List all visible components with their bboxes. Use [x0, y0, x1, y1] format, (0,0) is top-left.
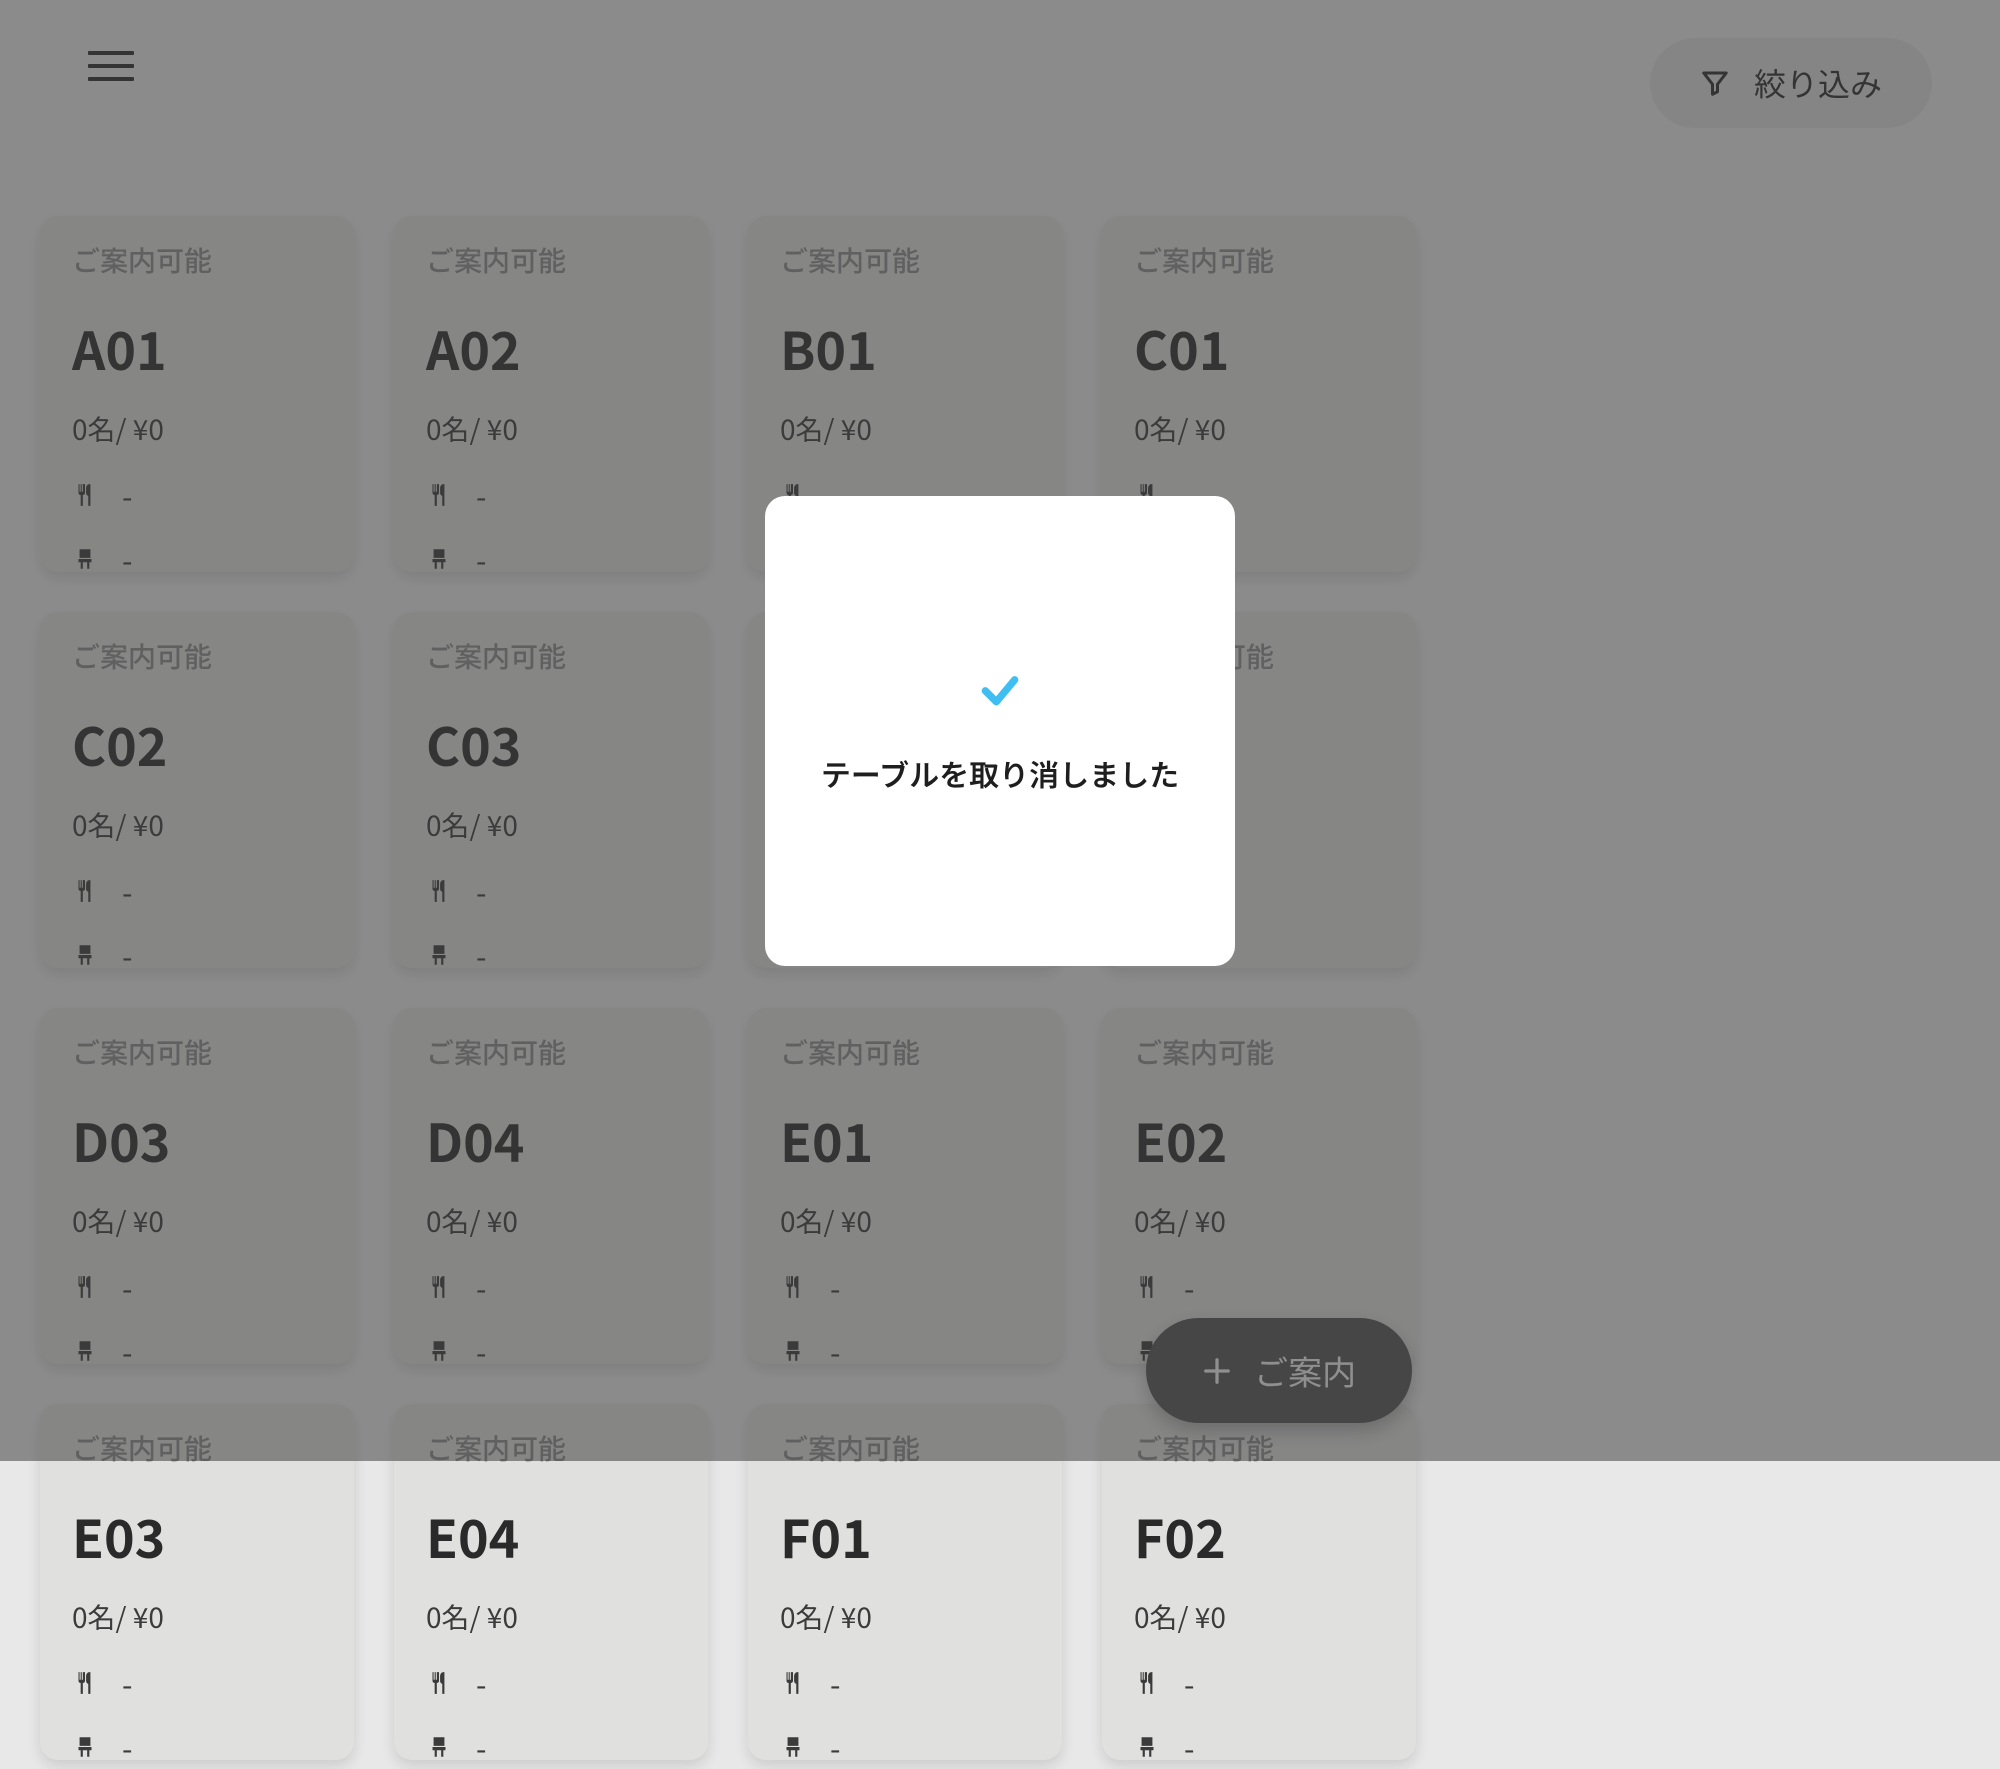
seat-value: -: [1184, 1725, 1194, 1769]
chair-icon: [426, 1734, 452, 1760]
seat-row: -: [426, 1725, 676, 1769]
table-name: E03: [72, 1498, 322, 1573]
food-row: -: [780, 1661, 1030, 1705]
table-name: F01: [780, 1498, 1030, 1573]
food-row: -: [426, 1661, 676, 1705]
food-value: -: [1184, 1661, 1194, 1705]
table-name: F02: [1134, 1498, 1384, 1573]
table-occupancy: 0名/ ¥0: [426, 1597, 676, 1637]
seat-value: -: [476, 1725, 486, 1769]
chair-icon: [1134, 1734, 1160, 1760]
cutlery-icon: [72, 1670, 98, 1696]
seat-row: -: [72, 1725, 322, 1769]
seat-row: -: [780, 1725, 1030, 1769]
food-value: -: [830, 1661, 840, 1705]
food-row: -: [1134, 1661, 1384, 1705]
food-value: -: [122, 1661, 132, 1705]
food-row: -: [72, 1661, 322, 1705]
modal-overlay[interactable]: テーブルを取り消しました: [0, 0, 2000, 1461]
app-root: 絞り込み ご案内可能 A01 0名/ ¥0 - - ご案内可能: [0, 0, 2000, 1461]
seat-value: -: [830, 1725, 840, 1769]
cutlery-icon: [426, 1670, 452, 1696]
confirmation-dialog: テーブルを取り消しました: [765, 496, 1235, 966]
chair-icon: [780, 1734, 806, 1760]
check-icon: [978, 667, 1022, 711]
cutlery-icon: [780, 1670, 806, 1696]
table-name: E04: [426, 1498, 676, 1573]
food-value: -: [476, 1661, 486, 1705]
seat-value: -: [122, 1725, 132, 1769]
chair-icon: [72, 1734, 98, 1760]
table-occupancy: 0名/ ¥0: [72, 1597, 322, 1637]
cutlery-icon: [1134, 1670, 1160, 1696]
table-occupancy: 0名/ ¥0: [780, 1597, 1030, 1637]
seat-row: -: [1134, 1725, 1384, 1769]
dialog-message: テーブルを取り消しました: [821, 751, 1179, 795]
table-occupancy: 0名/ ¥0: [1134, 1597, 1384, 1637]
